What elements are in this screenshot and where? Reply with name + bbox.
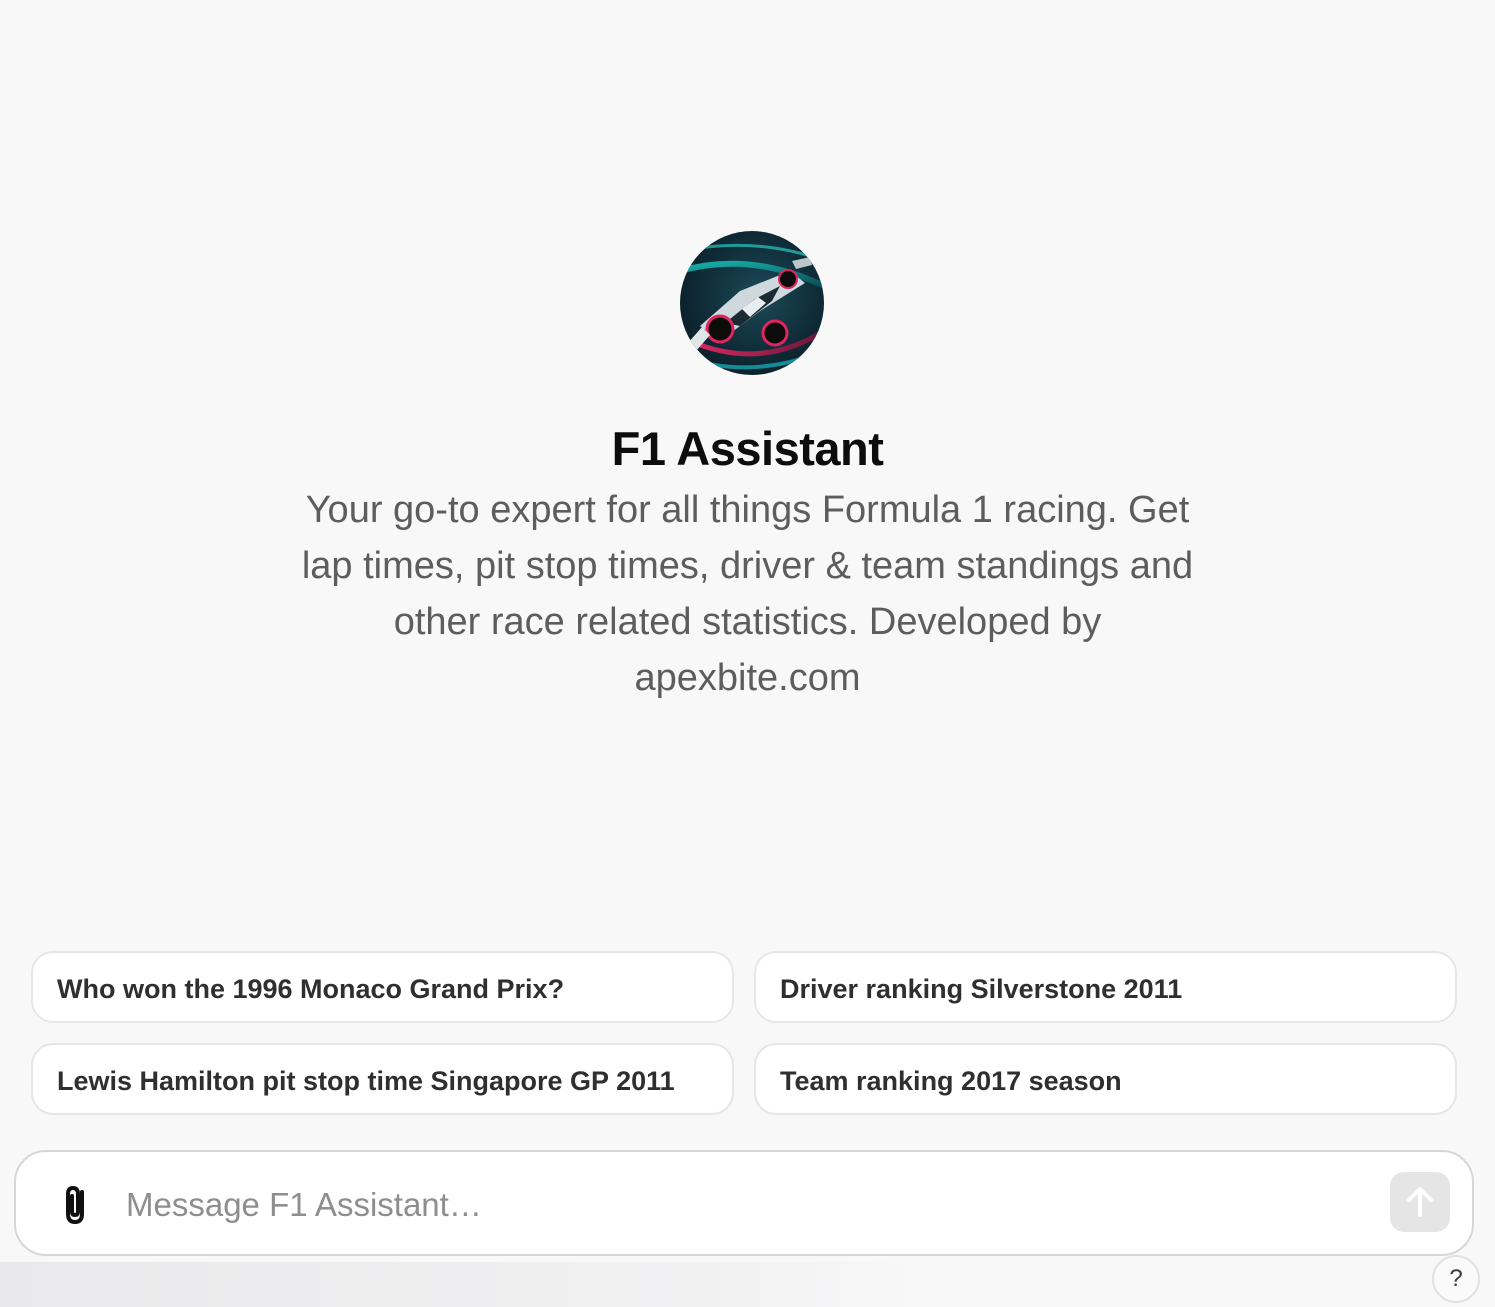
assistant-avatar [680,231,824,375]
paperclip-icon [66,1186,84,1224]
send-button[interactable] [1390,1172,1450,1232]
suggestion-label: Team ranking 2017 season [780,1066,1122,1096]
message-input[interactable] [124,1176,1368,1234]
message-composer [14,1150,1474,1256]
race-car-avatar-icon [680,243,824,370]
help-button[interactable]: ? [1432,1255,1480,1303]
chat-page: F1 Assistant Your go-to expert for all t… [0,0,1495,1307]
suggestion-button[interactable]: Who won the 1996 Monaco Grand Prix? [31,951,734,1023]
bottom-shadow [0,1262,1420,1307]
attach-button[interactable] [56,1182,96,1228]
arrow-up-icon [1407,1187,1433,1217]
suggestion-button[interactable]: Lewis Hamilton pit stop time Singapore G… [31,1043,734,1115]
assistant-description: Your go-to expert for all things Formula… [301,489,1194,699]
suggestion-label: Driver ranking Silverstone 2011 [780,974,1183,1004]
suggestion-button[interactable]: Team ranking 2017 season [754,1043,1457,1115]
suggestion-label: Who won the 1996 Monaco Grand Prix? [57,974,565,1004]
suggestion-button[interactable]: Driver ranking Silverstone 2011 [754,951,1457,1023]
assistant-title: F1 Assistant [611,422,884,475]
suggestion-label: Lewis Hamilton pit stop time Singapore G… [57,1066,675,1096]
